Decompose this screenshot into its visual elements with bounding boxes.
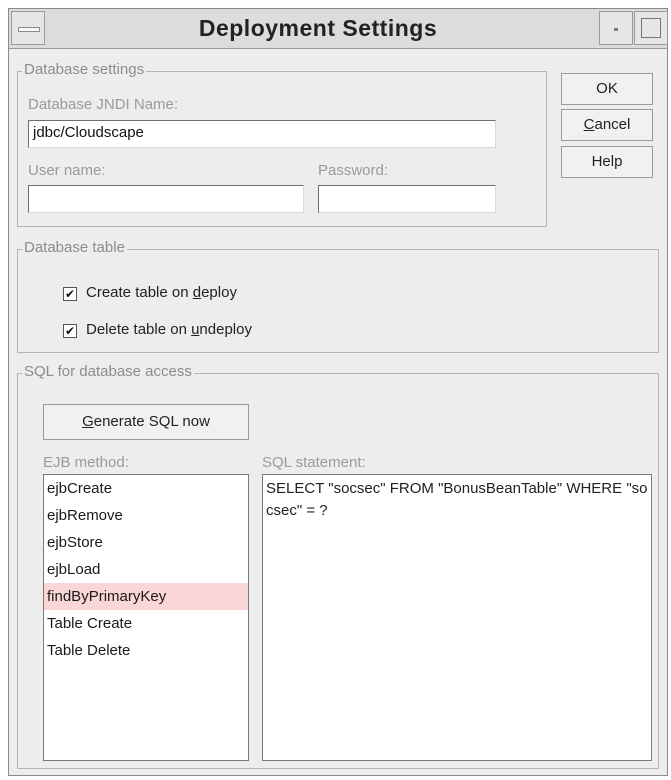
list-item[interactable]: ejbRemove <box>44 502 248 529</box>
create-table-label-prefix: Create table on <box>86 284 193 301</box>
delete-table-checkbox[interactable]: ✔ <box>63 324 77 338</box>
list-item-selected[interactable]: findByPrimaryKey <box>44 583 248 610</box>
user-name-input[interactable] <box>28 185 304 213</box>
list-item[interactable]: Table Delete <box>44 637 248 664</box>
maximize-button[interactable] <box>634 11 668 45</box>
sql-access-legend: SQL for database access <box>22 363 194 380</box>
delete-table-label-prefix: Delete table on <box>86 321 192 338</box>
database-table-legend: Database table <box>22 239 127 256</box>
title-bar: Deployment Settings <box>9 9 668 49</box>
database-table-group: Database table ✔ Create table on deploy … <box>17 239 659 353</box>
minimize-button[interactable] <box>599 11 633 45</box>
window-title: Deployment Settings <box>198 15 438 41</box>
delete-table-label: Delete table on undeploy <box>86 321 252 338</box>
create-table-checkbox[interactable]: ✔ <box>63 287 77 301</box>
maximize-icon <box>641 18 661 38</box>
sql-statement-text: SELECT "socsec" FROM "BonusBeanTable" WH… <box>266 480 648 519</box>
ejb-method-list[interactable]: ejbCreate ejbRemove ejbStore ejbLoad fin… <box>43 474 249 761</box>
delete-table-label-suffix: ndeploy <box>199 321 252 338</box>
window-menu-icon <box>18 27 40 32</box>
create-table-label: Create table on deploy <box>86 284 237 301</box>
sql-statement-textarea[interactable]: SELECT "socsec" FROM "BonusBeanTable" WH… <box>262 474 652 761</box>
minimize-icon <box>614 28 618 31</box>
cancel-button[interactable]: Cancel <box>561 109 653 141</box>
create-table-label-suffix: eploy <box>201 284 237 301</box>
ejb-method-label: EJB method: <box>43 454 129 471</box>
delete-table-check-icon: ✔ <box>64 324 76 338</box>
jndi-name-label: Database JNDI Name: <box>28 96 179 113</box>
jndi-name-input[interactable]: jdbc/Cloudscape <box>28 120 496 148</box>
cancel-rest: ancel <box>594 116 631 133</box>
create-table-check-icon: ✔ <box>64 287 76 301</box>
generate-sql-button[interactable]: Generate SQL now <box>43 404 249 440</box>
ok-button[interactable]: OK <box>561 73 653 105</box>
list-item[interactable]: ejbLoad <box>44 556 248 583</box>
password-label: Password: <box>318 162 389 179</box>
database-settings-legend: Database settings <box>22 61 147 78</box>
list-item[interactable]: Table Create <box>44 610 248 637</box>
generate-mnemonic: G <box>82 413 94 430</box>
window-menu-button[interactable] <box>11 11 45 45</box>
password-input[interactable] <box>318 185 496 213</box>
sql-access-group: SQL for database access Generate SQL now… <box>17 363 659 769</box>
list-item[interactable]: ejbStore <box>44 529 248 556</box>
cancel-mnemonic: C <box>583 116 595 133</box>
create-table-mnemonic: d <box>192 284 202 301</box>
list-item[interactable]: ejbCreate <box>44 475 248 502</box>
sql-statement-label: SQL statement: <box>262 454 366 471</box>
deployment-settings-dialog: Deployment Settings Database settings Da… <box>8 8 668 776</box>
user-name-label: User name: <box>28 162 106 179</box>
generate-rest: enerate SQL now <box>93 413 210 430</box>
database-settings-group: Database settings Database JNDI Name: jd… <box>17 61 547 227</box>
help-button[interactable]: Help <box>561 146 653 178</box>
